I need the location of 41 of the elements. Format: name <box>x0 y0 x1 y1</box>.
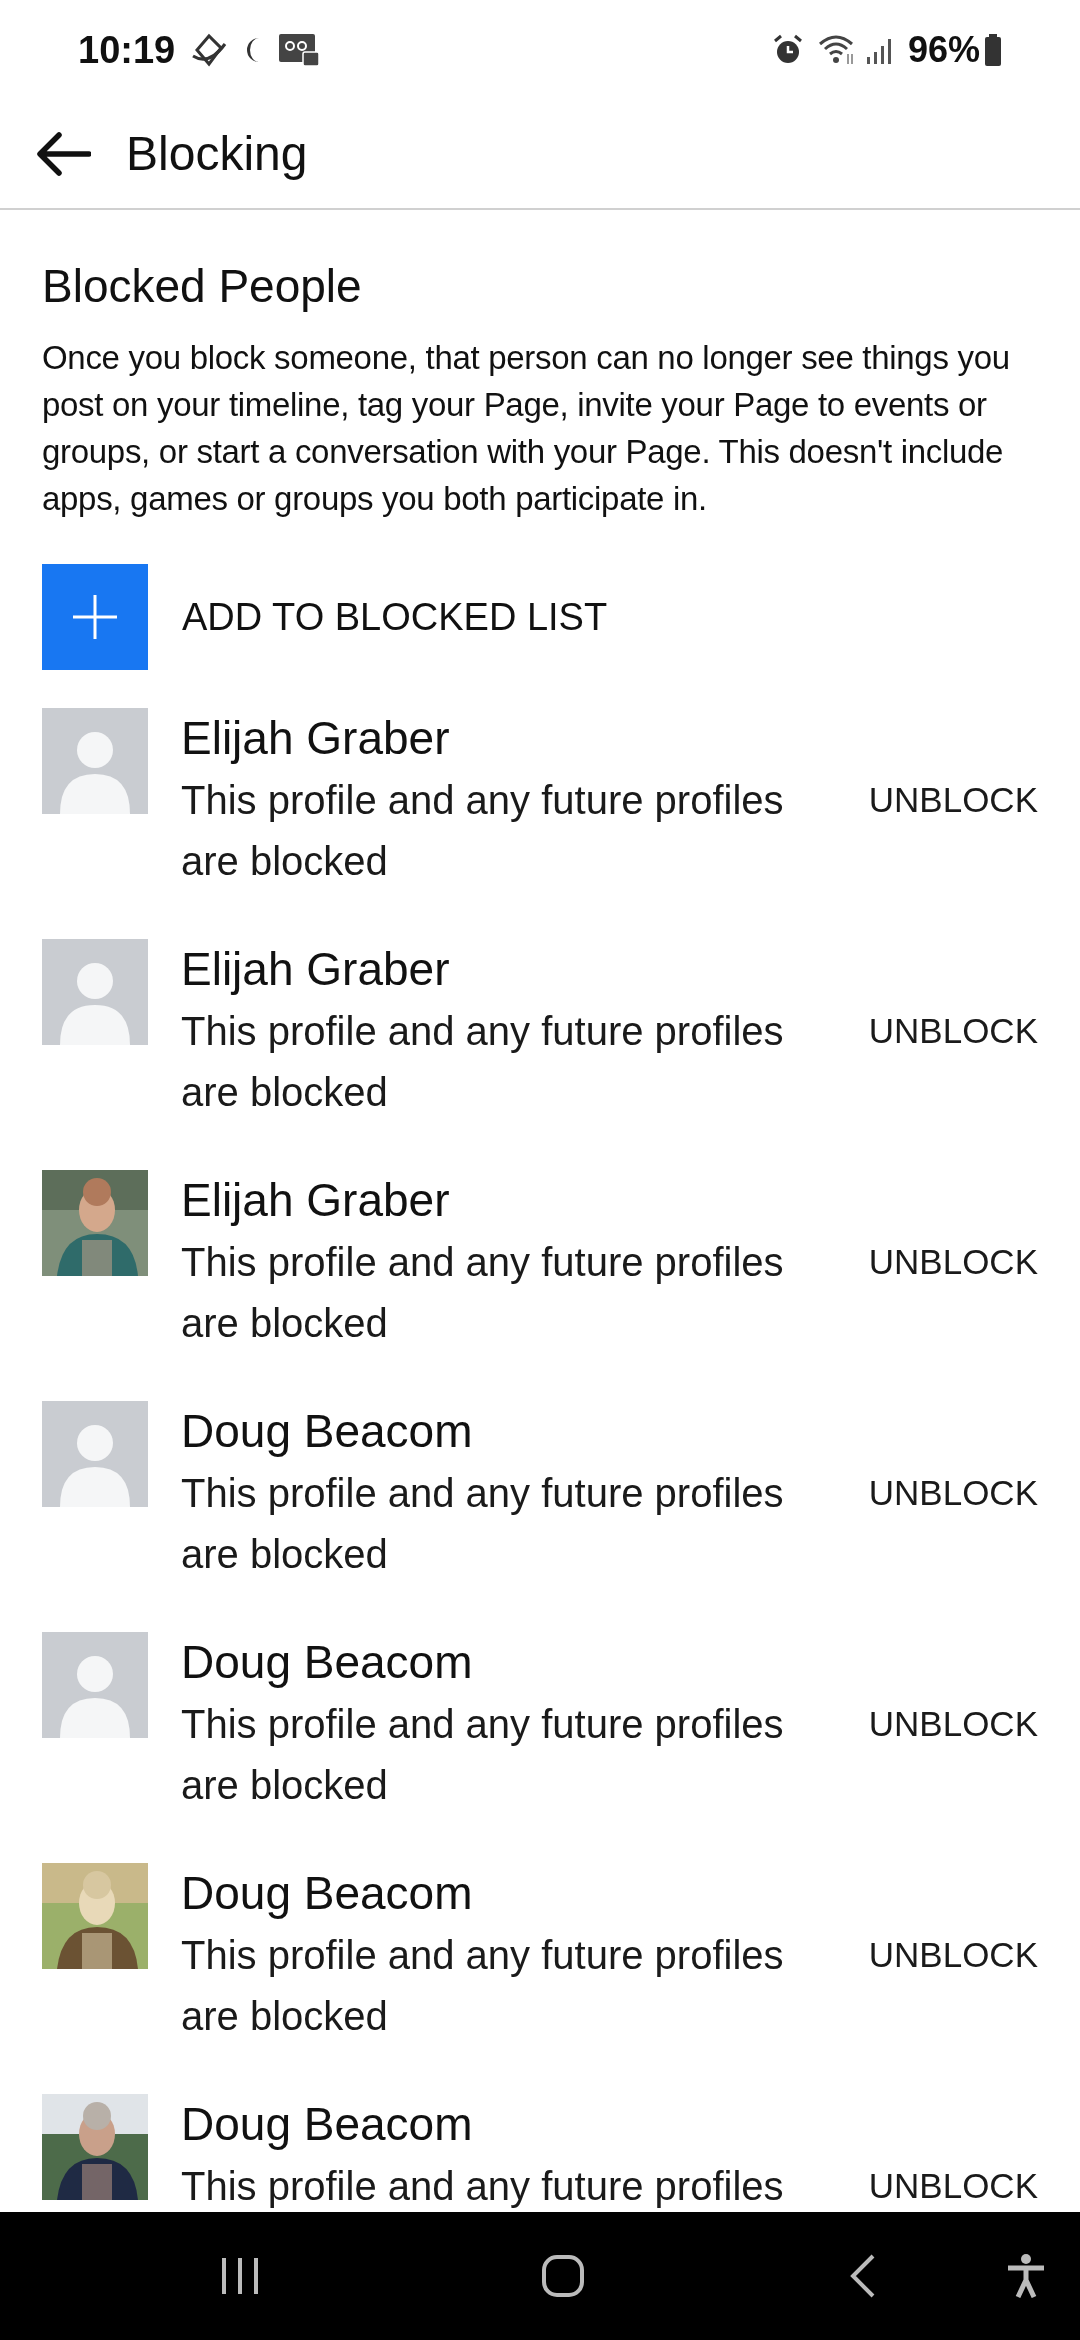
accessibility-icon[interactable] <box>1006 2254 1046 2298</box>
avatar-placeholder-icon <box>42 939 148 1045</box>
recent-apps-icon[interactable] <box>220 2256 260 2296</box>
block-status-text: This profile and any future profiles are blocked <box>181 1008 785 1116</box>
avatar-placeholder-icon <box>42 708 148 814</box>
alarm-icon <box>771 34 804 66</box>
block-status-text: This profile and any future profiles are blocked <box>181 1239 785 1347</box>
person-name: Doug Beacom <box>181 1635 474 1690</box>
unblock-button[interactable]: UNBLOCK <box>868 1929 1038 1979</box>
back-arrow-icon <box>35 131 91 177</box>
unblock-button[interactable]: UNBLOCK <box>868 2160 1038 2210</box>
person-name: Elijah Graber <box>181 711 451 766</box>
add-to-blocked-list-button[interactable]: ADD TO BLOCKED LIST <box>42 564 608 670</box>
battery-icon <box>984 34 1002 66</box>
block-status-text: This profile and any future profiles are blocked <box>181 1932 785 2040</box>
person-name: Doug Beacom <box>181 1404 474 1459</box>
status-time: 10:19 <box>78 27 176 73</box>
description-text: Once you block someone, that person can no longer see things you post on your timeline, tag your Page, invite your Page to events or groups, or start a conversation with your Page. This doesn't include apps, games or groups you both participate in. <box>42 338 1011 519</box>
unblock-button[interactable]: UNBLOCK <box>868 1467 1038 1517</box>
voicemail-icon <box>279 34 320 66</box>
block-status-text: This profile and any future profiles are blocked <box>181 777 785 885</box>
battery-percent: 96% <box>907 28 980 72</box>
block-status-text: This profile and any future profiles <box>181 2163 785 2210</box>
unblock-button[interactable]: UNBLOCK <box>868 1236 1038 1286</box>
block-status-text: This profile and any future profiles are blocked <box>181 1701 785 1809</box>
unblock-button[interactable]: UNBLOCK <box>868 774 1038 824</box>
person-name: Doug Beacom <box>181 1866 474 1921</box>
person-name: Doug Beacom <box>181 2097 474 2152</box>
person-name: Elijah Graber <box>181 1173 451 1228</box>
page-title: Blocking <box>126 126 308 182</box>
plus-icon <box>73 595 117 639</box>
person-name: Elijah Graber <box>181 942 451 997</box>
avatar-placeholder-icon <box>42 1401 148 1507</box>
block-status-text: This profile and any future profiles are blocked <box>181 1470 785 1578</box>
section-heading: Blocked People <box>42 262 363 310</box>
unblock-button[interactable]: UNBLOCK <box>868 1698 1038 1748</box>
home-icon[interactable] <box>542 2255 584 2297</box>
unblock-button[interactable]: UNBLOCK <box>868 1005 1038 1055</box>
add-label: ADD TO BLOCKED LIST <box>182 594 608 640</box>
back-icon[interactable] <box>850 2254 876 2298</box>
avatar-placeholder-icon <box>42 1632 148 1738</box>
